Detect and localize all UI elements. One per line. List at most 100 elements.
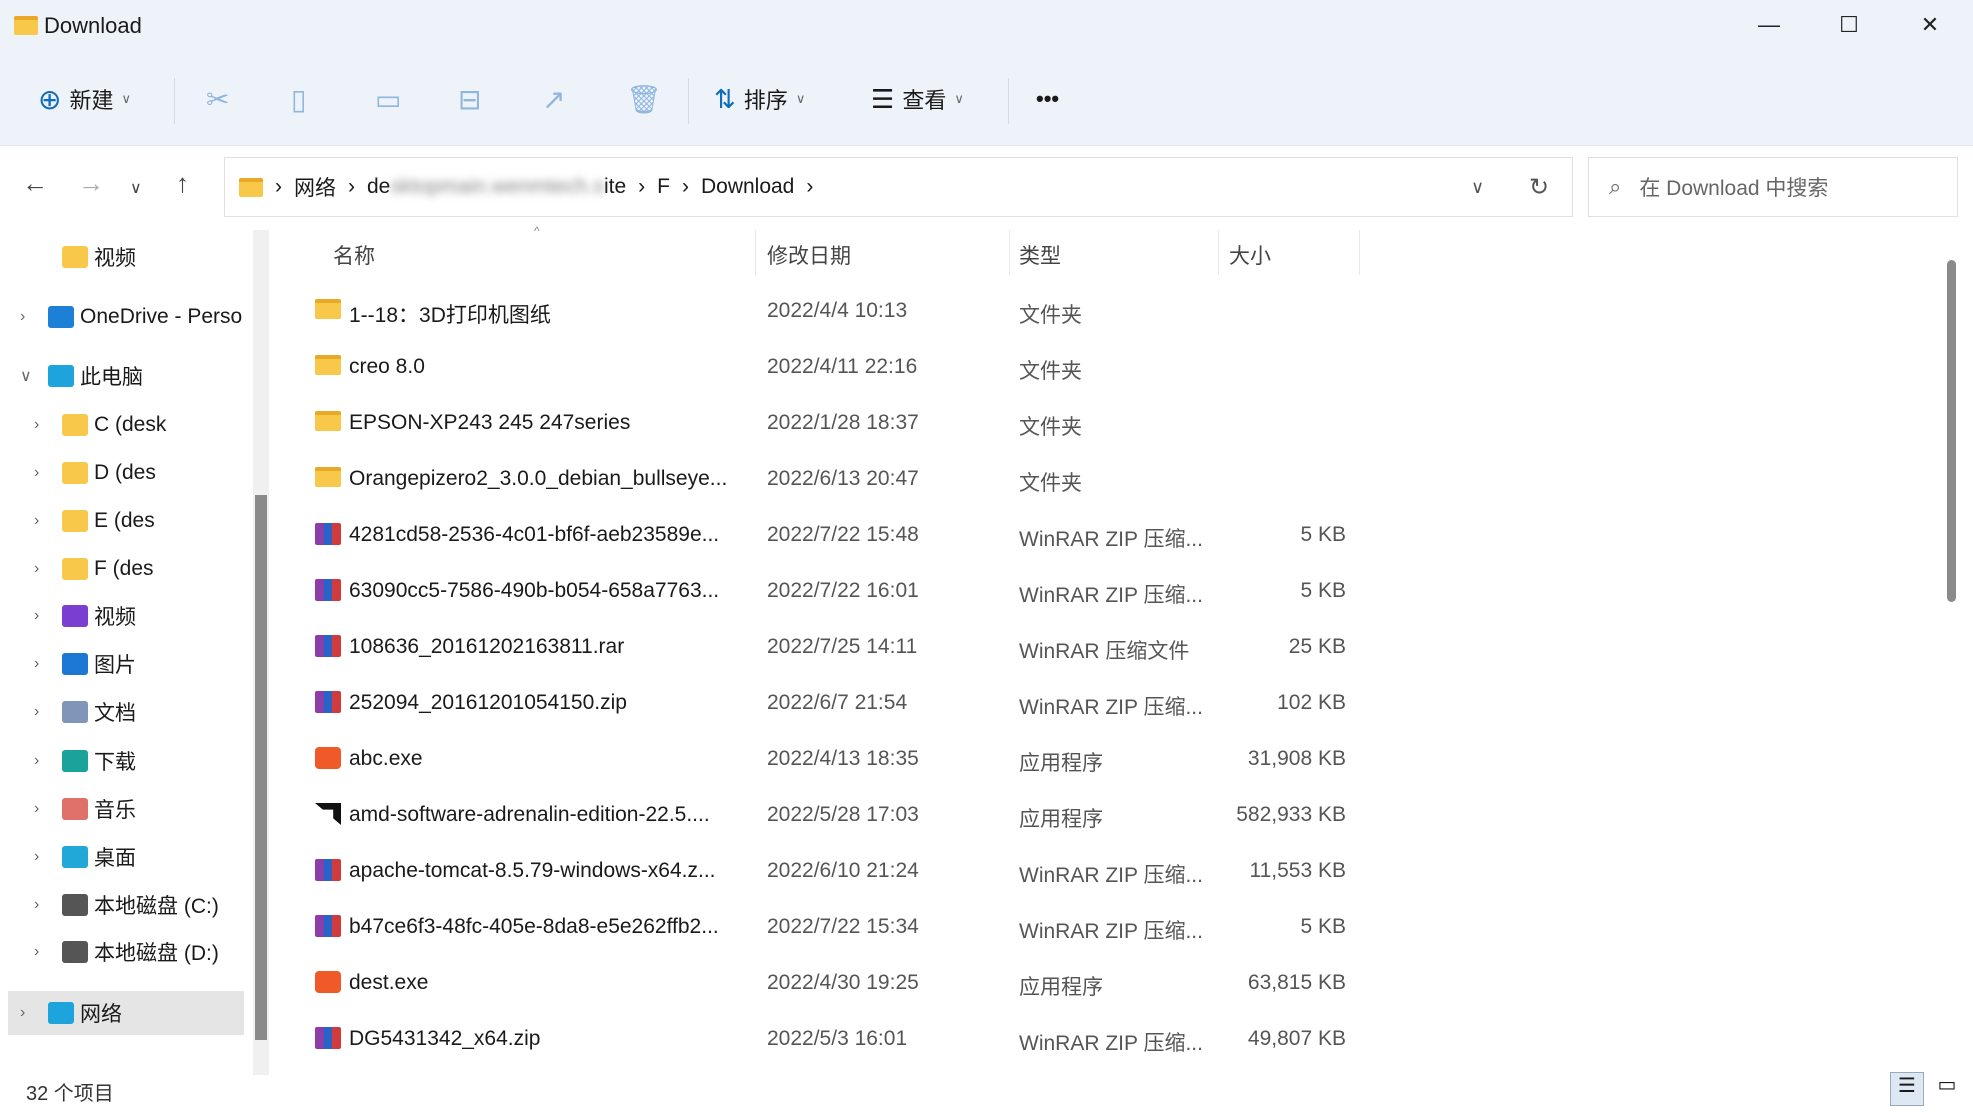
up-button[interactable]: ↑ bbox=[176, 168, 189, 199]
chevron-right-icon[interactable]: › bbox=[34, 607, 39, 625]
sidebar-item[interactable]: › 桌面 bbox=[0, 835, 246, 879]
chevron-right-icon[interactable]: › bbox=[34, 560, 39, 578]
column-divider[interactable] bbox=[1009, 230, 1010, 275]
folder-icon bbox=[315, 299, 341, 319]
delete-icon[interactable]: 🗑 bbox=[626, 76, 662, 122]
breadcrumb-f[interactable]: F bbox=[657, 175, 670, 199]
file-name: 1--18：3D打印机图纸 bbox=[349, 304, 551, 327]
chevron-right-icon[interactable]: › bbox=[34, 752, 39, 770]
sidebar-item[interactable]: › 音乐 bbox=[0, 787, 246, 831]
column-divider[interactable] bbox=[1359, 230, 1360, 275]
maximize-button[interactable]: ☐ bbox=[1809, 0, 1889, 50]
chevron-right-icon: › bbox=[348, 175, 355, 198]
sidebar-item[interactable]: › 文档 bbox=[0, 690, 246, 734]
sidebar-item-label: 视频 bbox=[94, 246, 136, 270]
file-size: 5 KB bbox=[1300, 579, 1346, 602]
search-input[interactable]: ⌕ 在 Download 中搜索 bbox=[1588, 157, 1958, 217]
winrar-archive-icon bbox=[315, 691, 341, 713]
file-row[interactable]: apache-tomcat-8.5.79-windows-x64.z... 202… bbox=[300, 843, 1360, 899]
view-button[interactable]: ☰ 查看 ∨ bbox=[871, 76, 964, 122]
chevron-right-icon[interactable]: › bbox=[34, 848, 39, 866]
file-list-scrollbar-thumb[interactable] bbox=[1947, 260, 1956, 602]
file-row[interactable]: 108636_20161202163811.rar 2022/7/25 14:11… bbox=[300, 619, 1360, 675]
sidebar-item[interactable]: › 下载 bbox=[0, 739, 246, 783]
file-row[interactable]: b47ce6f3-48fc-405e-8da8-e5e262ffb2... 202… bbox=[300, 899, 1360, 955]
chevron-right-icon[interactable]: › bbox=[34, 943, 39, 961]
sidebar-item[interactable]: › C (desk bbox=[0, 403, 246, 447]
sidebar-scrollbar-thumb[interactable] bbox=[255, 495, 267, 1040]
back-button[interactable]: ← bbox=[22, 168, 48, 199]
file-row[interactable]: 63090cc5-7586-490b-b054-658a7763... 2022/… bbox=[300, 563, 1360, 619]
network-icon bbox=[48, 1001, 74, 1024]
file-size: 31,908 KB bbox=[1247, 747, 1346, 770]
minimize-button[interactable]: — bbox=[1729, 0, 1809, 50]
column-divider[interactable] bbox=[1218, 230, 1219, 275]
chevron-right-icon[interactable]: › bbox=[34, 416, 39, 434]
drive-folder-icon bbox=[62, 414, 88, 437]
more-button[interactable]: ••• bbox=[1036, 76, 1059, 122]
sort-button[interactable]: ⇅ 排序 ∨ bbox=[714, 76, 805, 122]
tiles-view-button[interactable]: ▭ bbox=[1930, 1072, 1964, 1106]
column-divider[interactable] bbox=[755, 230, 756, 275]
sidebar-item[interactable]: › 本地磁盘 (D:) bbox=[0, 930, 246, 974]
sidebar-item[interactable]: ∨ 此电脑 bbox=[0, 354, 246, 398]
chevron-right-icon[interactable]: › bbox=[34, 655, 39, 673]
chevron-right-icon[interactable]: › bbox=[20, 308, 25, 326]
chevron-right-icon[interactable]: › bbox=[34, 800, 39, 818]
chevron-down-icon[interactable]: ∨ bbox=[20, 366, 32, 386]
sidebar-item[interactable]: › F (des bbox=[0, 547, 246, 591]
address-bar[interactable]: › 网络 › desktopmain.wenmtech.site › F › D… bbox=[224, 157, 1573, 217]
forward-button[interactable]: → bbox=[78, 168, 104, 199]
paste-icon[interactable]: ▭ bbox=[375, 76, 401, 122]
column-header-type[interactable]: 类型 bbox=[1019, 240, 1061, 270]
file-row[interactable]: Orangepizero2_3.0.0_debian_bullseye... 20… bbox=[300, 451, 1360, 507]
column-header-name[interactable]: 名称 bbox=[333, 240, 375, 270]
refresh-icon[interactable]: ↻ bbox=[1529, 173, 1549, 202]
chevron-right-icon[interactable]: › bbox=[34, 703, 39, 721]
file-row[interactable]: 252094_20161201054150.zip 2022/6/7 21:54 W… bbox=[300, 675, 1360, 731]
file-row[interactable]: 4281cd58-2536-4c01-bf6f-aeb23589e... 2022… bbox=[300, 507, 1360, 563]
drive-folder-icon bbox=[62, 462, 88, 484]
breadcrumb-download[interactable]: Download bbox=[701, 175, 794, 199]
file-row[interactable]: abc.exe 2022/4/13 18:35 应用程序 31,908 KB bbox=[300, 731, 1360, 787]
chevron-right-icon[interactable]: › bbox=[34, 512, 39, 530]
file-row[interactable]: dest.exe 2022/4/30 19:25 应用程序 63,815 KB bbox=[300, 955, 1360, 1011]
address-dropdown-icon[interactable]: ∨ bbox=[1471, 177, 1484, 198]
new-button[interactable]: ⊕ 新建 ∨ bbox=[38, 76, 131, 122]
breadcrumb-host[interactable]: desktopmain.wenmtech.site bbox=[367, 175, 626, 199]
chevron-right-icon[interactable]: › bbox=[34, 464, 39, 482]
sidebar-item[interactable]: › 网络 bbox=[8, 990, 244, 1035]
rename-icon[interactable]: ⊟ bbox=[458, 76, 481, 122]
details-view-button[interactable]: ☰ bbox=[1890, 1072, 1924, 1106]
file-row[interactable]: creo 8.0 2022/4/11 22:16 文件夹 bbox=[300, 339, 1360, 395]
file-size: 5 KB bbox=[1300, 523, 1346, 546]
file-date: 2022/4/13 18:35 bbox=[767, 747, 919, 770]
file-type: 文件夹 bbox=[1019, 416, 1082, 439]
file-type: WinRAR ZIP 压缩... bbox=[1019, 696, 1203, 719]
sidebar-item[interactable]: › E (des bbox=[0, 499, 246, 543]
sidebar-item[interactable]: › 视频 bbox=[0, 594, 246, 638]
column-header-date[interactable]: 修改日期 bbox=[767, 240, 851, 270]
file-row[interactable]: EPSON-XP243 245 247series 2022/1/28 18:37… bbox=[300, 395, 1360, 451]
winrar-archive-icon bbox=[315, 579, 341, 601]
sidebar-item[interactable]: › 本地磁盘 (C:) bbox=[0, 883, 246, 927]
column-header-size[interactable]: 大小 bbox=[1229, 240, 1271, 270]
file-row[interactable]: 1--18：3D打印机图纸 2022/4/4 10:13 文件夹 bbox=[300, 283, 1360, 339]
chevron-right-icon[interactable]: › bbox=[34, 896, 39, 914]
file-type: 文件夹 bbox=[1019, 472, 1082, 495]
desktop-icon bbox=[62, 845, 88, 868]
breadcrumb-network[interactable]: 网络 bbox=[294, 172, 336, 202]
copy-icon[interactable]: ▯ bbox=[291, 76, 306, 122]
sidebar-item[interactable]: › D (des bbox=[0, 451, 246, 495]
file-row[interactable]: DG5431342_x64.zip 2022/5/3 16:01 WinRAR ZI… bbox=[300, 1011, 1360, 1067]
recent-dropdown[interactable]: ∨ bbox=[130, 178, 142, 198]
share-icon[interactable]: ↗ bbox=[542, 76, 565, 122]
sidebar-item[interactable]: › OneDrive - Perso bbox=[0, 295, 246, 339]
chevron-right-icon[interactable]: › bbox=[20, 1004, 25, 1022]
file-row[interactable]: amd-software-adrenalin-edition-22.5.... 2… bbox=[300, 787, 1360, 843]
close-button[interactable]: ✕ bbox=[1890, 0, 1970, 50]
download-icon bbox=[62, 750, 88, 773]
sidebar-item[interactable]: › 图片 bbox=[0, 642, 246, 686]
sidebar-item[interactable]: 视频 bbox=[0, 235, 246, 279]
cut-icon[interactable]: ✂ bbox=[206, 76, 229, 122]
